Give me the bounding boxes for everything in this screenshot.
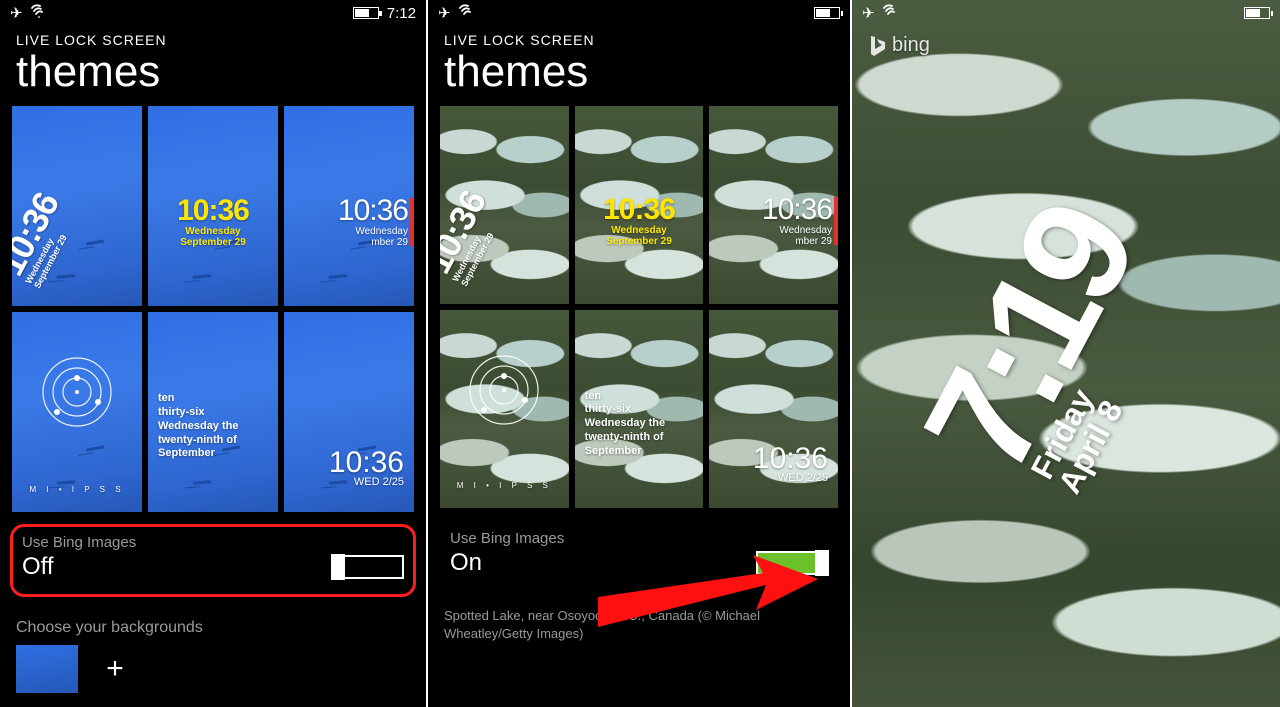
status-bar: ✈ 7:12	[0, 0, 426, 22]
image-credit: Spotted Lake, near Osoyoos, B.C., Canada…	[428, 591, 850, 642]
orbit-icon	[32, 347, 122, 437]
theme-tile-yellow[interactable]: 10:36WednesdaySeptember 29	[148, 106, 278, 306]
airplane-mode-icon: ✈	[862, 4, 875, 22]
bing-images-switch[interactable]	[332, 555, 404, 579]
orbit-icon	[459, 345, 549, 435]
choose-backgrounds-label: Choose your backgrounds	[0, 595, 426, 645]
theme-tile-words[interactable]: ten thirty-six Wednesday the twenty-nint…	[148, 312, 278, 512]
add-background-button[interactable]: +	[84, 645, 146, 693]
bing-images-switch[interactable]	[756, 551, 828, 575]
toggle-label: Use Bing Images	[22, 534, 404, 551]
use-bing-toggle-row: Use Bing Images Off	[12, 526, 414, 595]
theme-tile-right[interactable]: 10:36Wednesdaymber 29	[709, 106, 838, 304]
theme-grid: 10:36WednesdaySeptember 29 10:36Wednesda…	[428, 106, 850, 508]
theme-tile-diagonal[interactable]: 10:36WednesdaySeptember 29	[12, 106, 142, 306]
theme-grid: 10:36WednesdaySeptember 29 10:36Wednesda…	[0, 106, 426, 512]
phone-screen-2: ✈ LIVE LOCK SCREEN themes 10:36Wednesday…	[426, 0, 852, 707]
wifi-icon	[883, 4, 901, 22]
app-title: LIVE LOCK SCREEN	[0, 22, 426, 48]
wifi-icon	[459, 4, 477, 22]
toggle-state: On	[450, 549, 482, 577]
theme-tile-yellow[interactable]: 10:36WednesdaySeptember 29	[575, 106, 704, 304]
theme-tile-orbit[interactable]: M I • I P S S	[440, 310, 569, 508]
status-time: 7:12	[387, 5, 416, 22]
airplane-mode-icon: ✈	[438, 4, 451, 22]
battery-icon	[1244, 7, 1270, 19]
toggle-state: Off	[22, 553, 54, 581]
airplane-mode-icon: ✈	[10, 4, 23, 22]
toggle-label: Use Bing Images	[450, 530, 828, 547]
theme-tile-words[interactable]: ten thirty-six Wednesday the twenty-nint…	[575, 310, 704, 508]
background-row: +	[0, 645, 426, 693]
status-bar: ✈	[428, 0, 850, 22]
theme-tile-orbit[interactable]: M I • I P S S	[12, 312, 142, 512]
page-title: themes	[0, 48, 426, 106]
page-title: themes	[428, 48, 850, 106]
bing-logo: bing	[868, 34, 930, 57]
wifi-icon	[31, 4, 49, 22]
status-bar: ✈	[852, 0, 1280, 22]
battery-icon	[353, 7, 379, 19]
phone-screen-lock[interactable]: ✈ bing 7:19 Friday April 8	[852, 0, 1280, 707]
theme-tile-diagonal[interactable]: 10:36WednesdaySeptember 29	[440, 106, 569, 304]
theme-tile-right[interactable]: 10:36Wednesdaymber 29	[284, 106, 414, 306]
bing-icon	[868, 35, 886, 57]
battery-icon	[814, 7, 840, 19]
theme-tile-thin[interactable]: 10:36WED 2/25	[284, 312, 414, 512]
phone-screen-1: ✈ 7:12 LIVE LOCK SCREEN themes 10:36Wedn…	[0, 0, 426, 707]
use-bing-toggle-row: Use Bing Images On	[440, 522, 838, 591]
theme-tile-thin[interactable]: 10:36WED 2/25	[709, 310, 838, 508]
app-title: LIVE LOCK SCREEN	[428, 22, 850, 48]
background-thumb[interactable]	[16, 645, 78, 693]
